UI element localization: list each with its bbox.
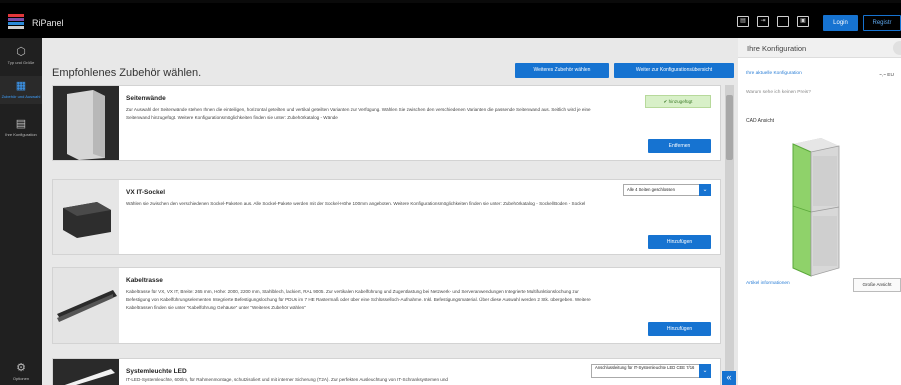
main-scrollbar[interactable] bbox=[725, 85, 734, 385]
card-title: Systemleuchte LED bbox=[126, 368, 187, 375]
card-description: IT-LED-Systemleuchte, 600lm, für Rahmenm… bbox=[126, 377, 448, 382]
cad-section-label: CAD Ansicht bbox=[746, 118, 775, 124]
price-display: ~,~ EU bbox=[879, 73, 894, 78]
select-value: Alle 4 Seiten geschlossen bbox=[627, 187, 675, 192]
chevron-down-icon: ⌄ bbox=[699, 364, 711, 378]
pdf-icon[interactable]: ▤ bbox=[737, 16, 749, 27]
accessory-icon: ▦ bbox=[15, 80, 27, 92]
panel-header: Ihre Konfiguration bbox=[738, 38, 901, 58]
save-icon[interactable]: ▣ bbox=[797, 16, 809, 27]
card-description: Kabeltrasse für VX, VX IT, Breite: 265 m… bbox=[126, 289, 591, 310]
more-accessories-button[interactable]: Weiteres Zubehör wählen bbox=[515, 63, 609, 78]
card-title: Kabeltrasse bbox=[126, 277, 163, 284]
card-description: Zur Auswahl der Seitenwände stehen Ihnen… bbox=[126, 107, 591, 120]
light-variant-select[interactable]: Anschlussleitung für IT-Systemleuchte LE… bbox=[591, 364, 711, 378]
large-view-button[interactable]: Große Ansicht bbox=[853, 278, 901, 292]
current-config-link[interactable]: Ihre aktuelle Konfiguration bbox=[746, 71, 802, 76]
added-badge: ✔ hinzugefügt bbox=[645, 95, 711, 108]
rail-item-label: Zubehör und Auswahl bbox=[1, 94, 41, 99]
rail-item-type-size[interactable]: ⬡ Typ und Größe bbox=[0, 46, 42, 68]
card-title: Seitenwände bbox=[126, 95, 166, 102]
accessory-card-it-plinth: VX IT-Sockel Wählen sie zwischen den ver… bbox=[52, 179, 721, 255]
rail-item-label: Optionen bbox=[12, 376, 30, 381]
add-button[interactable]: Hinzufügen bbox=[648, 322, 711, 336]
register-button[interactable]: Registr bbox=[863, 15, 901, 31]
list-icon: ▤ bbox=[15, 118, 27, 130]
select-value: Anschlussleitung für IT-Systemleuchte LE… bbox=[595, 365, 695, 370]
accessory-card-side-walls: Seitenwände Zur Auswahl der Seitenwände … bbox=[52, 85, 721, 161]
configuration-panel: Ihre Konfiguration Ihre aktuelle Konfigu… bbox=[738, 38, 901, 385]
article-info-link[interactable]: Artikel informationen bbox=[746, 281, 790, 286]
side-wall-image bbox=[53, 86, 119, 160]
rail-item-label: Typ und Größe bbox=[7, 60, 35, 65]
cad-view[interactable] bbox=[773, 132, 858, 282]
collapse-panel-icon[interactable]: « bbox=[722, 371, 736, 385]
gear-icon: ⚙ bbox=[16, 362, 26, 374]
remove-button[interactable]: Entfernen bbox=[648, 139, 711, 153]
accessory-card-system-light: Systemleuchte LED IT-LED-Systemleuchte, … bbox=[52, 358, 721, 385]
top-bar: RiPanel ▤ ⇥ ▣ Login Registr bbox=[0, 0, 901, 38]
why-no-price-link[interactable]: Warum sehe ich keinen Preis? bbox=[746, 90, 811, 95]
login-button[interactable]: Login bbox=[823, 15, 858, 31]
export-icon[interactable]: ⇥ bbox=[757, 16, 769, 27]
ripanel-logo-icon bbox=[8, 14, 24, 30]
config-overview-button[interactable]: Weiter zur Konfigurationsübersicht bbox=[614, 63, 734, 78]
cube-icon: ⬡ bbox=[16, 46, 26, 58]
card-title: VX IT-Sockel bbox=[126, 189, 166, 196]
rail-item-options[interactable]: ⚙ Optionen bbox=[0, 362, 42, 382]
page-title: Empfohlenes Zubehör wählen. bbox=[52, 67, 202, 79]
rail-item-label: Ihre Konfiguration bbox=[5, 132, 37, 137]
scroll-thumb[interactable] bbox=[726, 95, 733, 160]
left-rail: ⬡ Typ und Größe ▦ Zubehör und Auswahl ▤ … bbox=[0, 38, 42, 385]
card-description: Wählen sie zwischen den verschiedenen So… bbox=[126, 201, 586, 206]
add-button[interactable]: Hinzufügen bbox=[648, 235, 711, 249]
rail-item-configuration[interactable]: ▤ Ihre Konfiguration bbox=[0, 118, 42, 144]
cable-tray-image bbox=[53, 268, 119, 343]
plinth-image bbox=[53, 180, 119, 254]
chevron-down-icon: ⌄ bbox=[699, 184, 711, 196]
accessory-card-cable-tray: Kabeltrasse Kabeltrasse für VX, VX IT, B… bbox=[52, 267, 721, 344]
system-light-image bbox=[53, 359, 119, 385]
rail-item-accessories[interactable]: ▦ Zubehör und Auswahl bbox=[0, 76, 42, 104]
plinth-variant-select[interactable]: Alle 4 Seiten geschlossen ⌄ bbox=[623, 184, 711, 196]
panel-title: Ihre Konfiguration bbox=[747, 44, 807, 53]
app-title: RiPanel bbox=[32, 18, 64, 28]
main-content: Empfohlenes Zubehör wählen. Weiteres Zub… bbox=[42, 38, 738, 385]
close-icon[interactable] bbox=[893, 41, 901, 55]
fullscreen-icon[interactable] bbox=[777, 16, 789, 27]
